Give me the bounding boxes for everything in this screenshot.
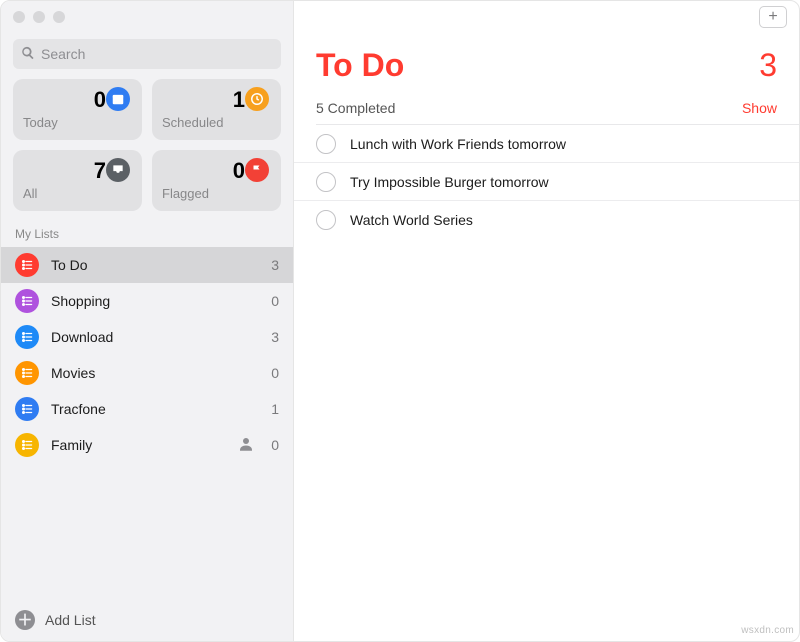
reminder-row[interactable]: Try Impossible Burger tomorrow [294, 163, 799, 201]
show-completed-button[interactable]: Show [742, 100, 777, 116]
list-name: Download [51, 329, 259, 345]
plus-icon: + [768, 8, 777, 26]
smart-list-count: 1 [233, 87, 245, 113]
sidebar-list-shopping[interactable]: Shopping 0 [1, 283, 293, 319]
page-title: To Do [316, 47, 404, 84]
list-count: 0 [271, 437, 279, 453]
list-count: 1 [271, 401, 279, 417]
list-name: Shopping [51, 293, 259, 309]
minimize-window-icon[interactable] [33, 11, 45, 23]
sidebar-list-family[interactable]: Family 0 [1, 427, 293, 463]
smart-list-label: Flagged [162, 186, 245, 201]
reminder-row[interactable]: Lunch with Work Friends tomorrow [294, 125, 799, 163]
complete-toggle[interactable] [316, 210, 336, 230]
search-input[interactable]: Search [13, 39, 281, 69]
list-count: 3 [271, 329, 279, 345]
list-name: Tracfone [51, 401, 259, 417]
list-count: 3 [271, 257, 279, 273]
reminder-text: Watch World Series [350, 212, 473, 228]
sidebar-list-download[interactable]: Download 3 [1, 319, 293, 355]
smart-list-today[interactable]: 0 Today [13, 79, 142, 140]
list-name: Movies [51, 365, 259, 381]
smart-list-flagged[interactable]: 0 Flagged [152, 150, 281, 211]
smart-lists-grid: 0 Today 1 Scheduled 7 All [1, 79, 293, 223]
plus-circle-icon: ＋ [15, 610, 35, 630]
reminder-text: Try Impossible Burger tomorrow [350, 174, 549, 190]
search-placeholder: Search [41, 46, 85, 62]
smart-list-all[interactable]: 7 All [13, 150, 142, 211]
shared-icon [237, 435, 259, 456]
completed-label: 5 Completed [316, 100, 395, 116]
smart-list-count: 7 [94, 158, 106, 184]
list-header: To Do 3 [294, 33, 799, 96]
list-name: Family [51, 437, 225, 453]
app-window: Search 0 Today 1 Scheduled [0, 0, 800, 642]
add-list-button[interactable]: ＋ Add List [1, 599, 293, 641]
flag-icon [245, 158, 269, 182]
main-panel: + To Do 3 5 Completed Show Lunch with Wo… [294, 1, 799, 641]
add-list-label: Add List [45, 612, 96, 628]
add-reminder-button[interactable]: + [759, 6, 787, 28]
list-count: 0 [271, 293, 279, 309]
smart-list-count: 0 [94, 87, 106, 113]
complete-toggle[interactable] [316, 134, 336, 154]
tray-icon [106, 158, 130, 182]
watermark: wsxdn.com [741, 625, 794, 636]
list-bullet-icon [15, 253, 39, 277]
reminder-row[interactable]: Watch World Series [294, 201, 799, 239]
completed-bar: 5 Completed Show [294, 96, 799, 124]
smart-list-label: Today [23, 115, 106, 130]
list-bullet-icon [15, 361, 39, 385]
list-bullet-icon [15, 397, 39, 421]
smart-list-label: All [23, 186, 106, 201]
list-bullet-icon [15, 289, 39, 313]
toolbar: + [294, 1, 799, 33]
my-lists-header: My Lists [1, 223, 293, 247]
list-bullet-icon [15, 325, 39, 349]
clock-icon [245, 87, 269, 111]
smart-list-scheduled[interactable]: 1 Scheduled [152, 79, 281, 140]
smart-list-label: Scheduled [162, 115, 245, 130]
calendar-today-icon [106, 87, 130, 111]
smart-list-count: 0 [233, 158, 245, 184]
zoom-window-icon[interactable] [53, 11, 65, 23]
close-window-icon[interactable] [13, 11, 25, 23]
sidebar-list-movies[interactable]: Movies 0 [1, 355, 293, 391]
complete-toggle[interactable] [316, 172, 336, 192]
reminder-text: Lunch with Work Friends tomorrow [350, 136, 566, 152]
list-bullet-icon [15, 433, 39, 457]
lists-container: To Do 3 Shopping 0 Download 3 Movies 0 Tracfone 1… [1, 247, 293, 599]
list-name: To Do [51, 257, 259, 273]
search-icon [21, 46, 35, 63]
page-count: 3 [759, 47, 777, 84]
sidebar-list-to-do[interactable]: To Do 3 [1, 247, 293, 283]
reminders-list: Lunch with Work Friends tomorrow Try Impo… [294, 125, 799, 239]
sidebar: Search 0 Today 1 Scheduled [1, 1, 294, 641]
sidebar-list-tracfone[interactable]: Tracfone 1 [1, 391, 293, 427]
list-count: 0 [271, 365, 279, 381]
window-controls [1, 1, 293, 33]
